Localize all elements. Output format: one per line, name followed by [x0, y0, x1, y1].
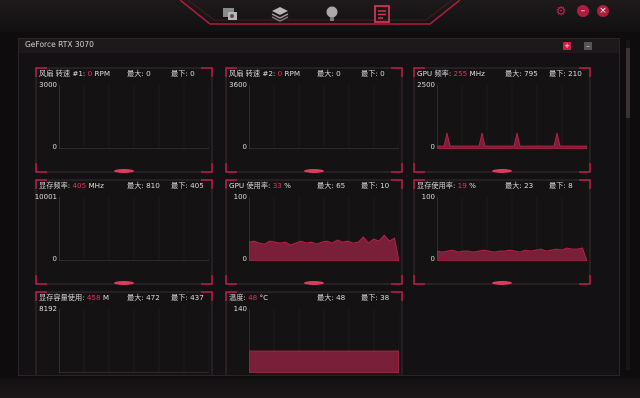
y-axis-min: 0 — [52, 143, 57, 151]
sensor-label: GPU 使用率: 33 % — [229, 181, 291, 190]
sensor-max: 最大: 0 — [317, 69, 341, 78]
sensor-label: 温度: 48 °C — [229, 293, 269, 302]
sensor-card: GPU 使用率: 33 % 最大: 65 最下: 10 100 0 — [225, 179, 403, 285]
sensor-card: 显存使用率: 19 % 最大: 23 最下: 8 100 0 — [413, 179, 591, 285]
sensor-value: 458 — [86, 293, 101, 302]
sensor-min: 最下: 437 — [171, 293, 204, 302]
y-axis-min: 0 — [52, 255, 57, 263]
minimize-button[interactable]: – — [577, 5, 589, 17]
scroll-thumb[interactable] — [626, 48, 630, 118]
y-axis-max: 3600 — [229, 81, 247, 89]
sensor-label: 风扇 转速 #2: 0 RPM — [229, 69, 301, 78]
y-axis-min: 0 — [242, 143, 247, 151]
y-axis-max: 100 — [233, 193, 247, 201]
sensor-history-chart — [249, 197, 399, 261]
sensor-card: 显存容量使用: 458 M 最大: 472 最下: 437 8192 — [35, 291, 213, 375]
gear-icon[interactable]: ⚙ — [555, 5, 567, 17]
sensor-card: 温度: 48 °C 最大: 48 最下: 38 140 — [225, 291, 403, 375]
sensor-min: 最下: 10 — [361, 181, 390, 190]
sensor-label: 显存频率: 405 MHz — [39, 181, 104, 190]
y-axis-min: 0 — [430, 143, 435, 151]
y-axis-max: 10001 — [34, 193, 57, 201]
gpu-panel: GeForce RTX 3070 + – 风扇 转速 #1: 0 RPM 最大: … — [18, 38, 620, 376]
panel-title: GeForce RTX 3070 — [25, 40, 94, 49]
sensor-value: 19 — [457, 181, 467, 190]
sensor-max: 最大: 810 — [127, 181, 160, 190]
sensor-history-chart — [249, 85, 399, 149]
y-axis-min: 0 — [430, 255, 435, 263]
sensor-max: 最大: 23 — [505, 181, 534, 190]
y-axis-max: 8192 — [39, 305, 57, 313]
sensor-history-chart — [59, 309, 209, 373]
sensor-max: 最大: 0 — [127, 69, 151, 78]
sensor-card: GPU 频率: 255 MHz 最大: 795 最下: 210 2500 0 — [413, 67, 591, 173]
sensor-min: 最下: 0 — [171, 69, 195, 78]
sensor-label: 显存使用率: 19 % — [417, 181, 476, 190]
y-axis-max: 2500 — [417, 81, 435, 89]
panel-header: GeForce RTX 3070 + – — [19, 39, 619, 53]
sensor-min: 最下: 8 — [549, 181, 573, 190]
sensor-value: 33 — [272, 181, 282, 190]
sensor-history-chart — [59, 197, 209, 261]
sensor-max: 最大: 48 — [317, 293, 346, 302]
top-bar: ⚙ – × — [0, 0, 640, 32]
y-axis-max: 140 — [233, 305, 247, 313]
nav-layers-icon[interactable] — [270, 4, 290, 24]
sensor-value: 255 — [453, 69, 468, 78]
y-axis-max: 100 — [421, 193, 435, 201]
sensor-card: 风扇 转速 #1: 0 RPM 最大: 0 最下: 0 3000 0 — [35, 67, 213, 173]
sensor-value: 48 — [248, 293, 258, 302]
sensor-max: 最大: 65 — [317, 181, 346, 190]
sensor-min: 最下: 0 — [361, 69, 385, 78]
collapse-button[interactable]: – — [584, 42, 592, 50]
add-widget-button[interactable]: + — [563, 42, 571, 50]
nav-system-icon[interactable] — [220, 4, 240, 24]
sensor-min: 最下: 38 — [361, 293, 390, 302]
y-axis-max: 3000 — [39, 81, 57, 89]
sensor-history-chart — [249, 309, 399, 373]
history-area — [249, 350, 399, 373]
sensor-history-chart — [437, 197, 587, 261]
bottom-bar — [0, 378, 640, 398]
sensor-min: 最下: 405 — [171, 181, 204, 190]
sensor-label: 风扇 转速 #1: 0 RPM — [39, 69, 111, 78]
sensor-history-chart — [59, 85, 209, 149]
sensor-label: GPU 频率: 255 MHz — [417, 69, 485, 78]
nav-lightbulb-icon[interactable] — [322, 4, 342, 24]
sensor-max: 最大: 795 — [505, 69, 538, 78]
nav-monitor-icon[interactable] — [372, 4, 392, 24]
sensor-card: 显存频率: 405 MHz 最大: 810 最下: 405 10001 0 — [35, 179, 213, 285]
sensor-value: 405 — [72, 181, 87, 190]
sensor-min: 最下: 210 — [549, 69, 582, 78]
y-axis-min: 0 — [242, 255, 247, 263]
sensor-max: 最大: 472 — [127, 293, 160, 302]
sensor-label: 显存容量使用: 458 M — [39, 293, 110, 302]
close-button[interactable]: × — [597, 5, 609, 17]
sensor-card: 风扇 转速 #2: 0 RPM 最大: 0 最下: 0 3600 0 — [225, 67, 403, 173]
scrollbar[interactable] — [626, 40, 630, 370]
sensor-history-chart — [437, 85, 587, 149]
